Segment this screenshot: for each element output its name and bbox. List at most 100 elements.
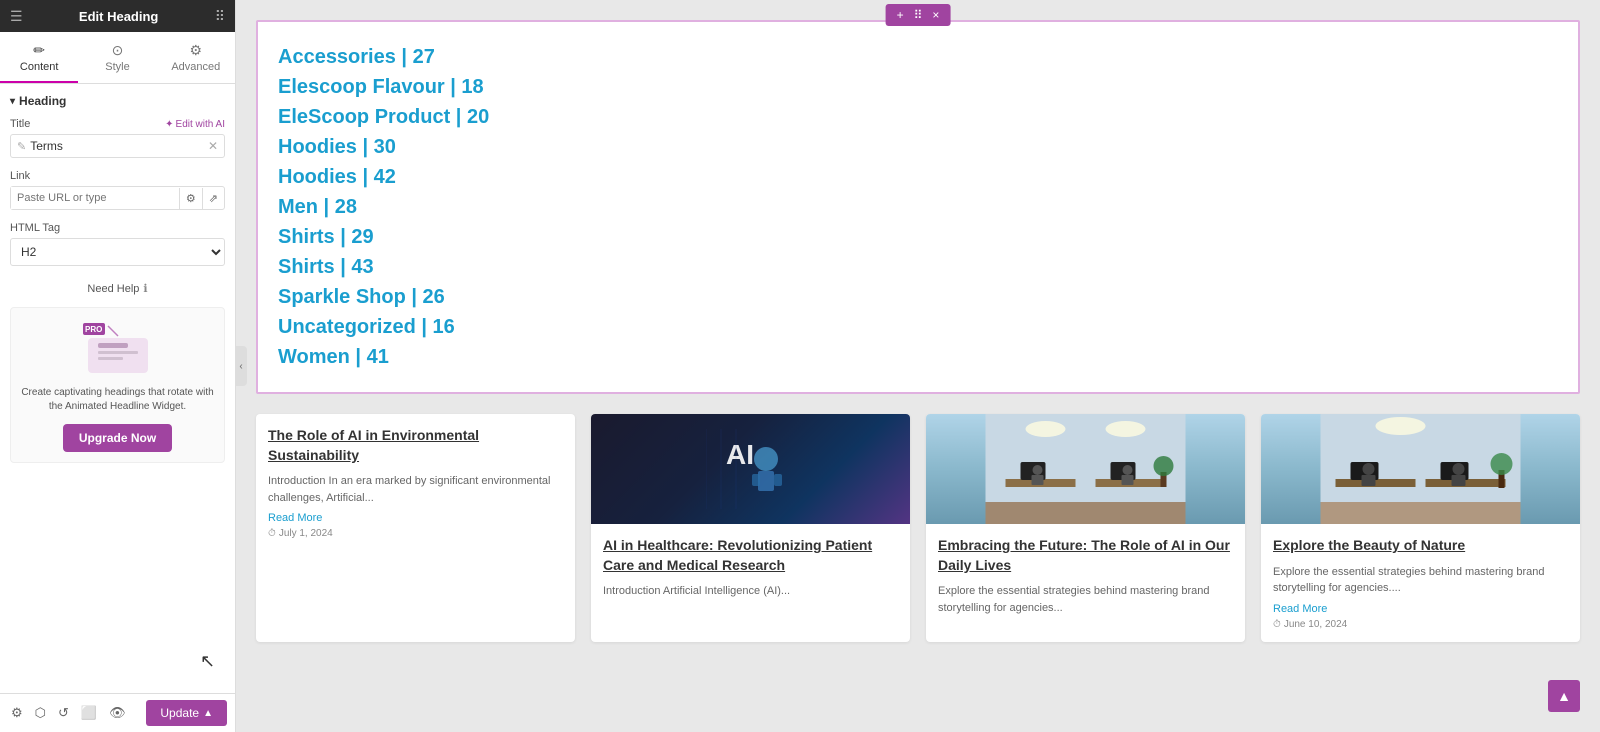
blog-card-3: Embracing the Future: The Role of AI in … <box>926 414 1245 642</box>
link-input[interactable] <box>11 187 179 209</box>
heading-link-men[interactable]: Men | 28 <box>278 192 1558 222</box>
html-tag-label: HTML Tag <box>10 222 225 234</box>
widget-move-handle[interactable]: ⠿ <box>909 6 928 24</box>
title-input-wrapper: ✎ ✕ <box>10 134 225 158</box>
html-tag-select-wrapper: H2 H1 H3 H4 H5 H6 div span p <box>10 238 225 266</box>
list-item: Hoodies | 42 <box>278 162 1558 192</box>
link-settings-icon[interactable]: ⚙ <box>180 188 203 209</box>
svg-text:AI: AI <box>726 439 754 470</box>
heading-link-hoodies-30[interactable]: Hoodies | 30 <box>278 132 1558 162</box>
help-icon[interactable]: ℹ <box>143 282 147 295</box>
blog-card-2: AI AI in Healthcare: Revolutionizing Pat… <box>591 414 910 642</box>
grid-icon[interactable]: ⠿ <box>215 8 225 25</box>
blog-card-4-read-more[interactable]: Read More <box>1273 603 1568 615</box>
bottom-icon-group: ⚙ ⬡ ↺ ⬜ 👁 <box>8 702 129 724</box>
update-button[interactable]: Update ▲ <box>146 700 227 726</box>
ai-icon: ✦ <box>165 119 173 130</box>
blog-card-3-excerpt: Explore the essential strategies behind … <box>938 583 1233 616</box>
bottom-layers-icon[interactable]: ⬡ <box>32 702 49 724</box>
pro-banner: PRO Create captivating headings that rot… <box>10 307 225 463</box>
heading-link-shirts-29[interactable]: Shirts | 29 <box>278 222 1558 252</box>
widget-delete-button[interactable]: × <box>927 6 944 24</box>
update-chevron-icon: ▲ <box>203 708 213 719</box>
back-to-top-button[interactable]: ▲ <box>1548 680 1580 712</box>
list-item: Hoodies | 30 <box>278 132 1558 162</box>
blog-card-4-date: ⏱ June 10, 2024 <box>1273 619 1568 630</box>
pro-banner-text: Create captivating headings that rotate … <box>21 386 214 414</box>
upgrade-now-button[interactable]: Upgrade Now <box>63 424 172 452</box>
blog-grid: The Role of AI in Environmental Sustaina… <box>256 414 1580 642</box>
heading-link-elescoop-flavour[interactable]: Elescoop Flavour | 18 <box>278 72 1558 102</box>
link-external-icon[interactable]: ⇗ <box>203 188 224 209</box>
list-item: Shirts | 29 <box>278 222 1558 252</box>
blog-card-4-image <box>1261 414 1580 524</box>
heading-link-accessories[interactable]: Accessories | 27 <box>278 42 1558 72</box>
blog-card-1-title[interactable]: The Role of AI in Environmental Sustaina… <box>268 426 563 465</box>
clock-icon: ⏱ <box>268 528 276 539</box>
advanced-icon: ⚙ <box>157 42 235 59</box>
blog-card-1-excerpt: Introduction In an era marked by signifi… <box>268 473 563 506</box>
heading-link-women[interactable]: Women | 41 <box>278 342 1558 372</box>
title-label: Title ✦ Edit with AI <box>10 118 225 130</box>
heading-section-label: Heading <box>10 94 225 108</box>
pencil-icon: ✎ <box>17 140 26 153</box>
html-tag-select[interactable]: H2 H1 H3 H4 H5 H6 div span p <box>11 239 224 265</box>
list-item: Men | 28 <box>278 192 1558 222</box>
tab-bar: ✏ Content ⊙ Style ⚙ Advanced <box>0 32 235 84</box>
blog-card-4-body: Explore the Beauty of Nature Explore the… <box>1261 524 1580 642</box>
blog-card-1-read-more[interactable]: Read More <box>268 512 563 524</box>
main-content: + ⠿ × Accessories | 27 Elescoop Flavour … <box>236 0 1600 732</box>
clock-icon-4: ⏱ <box>1273 619 1281 630</box>
content-icon: ✏ <box>0 42 78 59</box>
blog-card-3-body: Embracing the Future: The Role of AI in … <box>926 524 1245 634</box>
blog-card-3-title[interactable]: Embracing the Future: The Role of AI in … <box>938 536 1233 575</box>
heading-link-hoodies-42[interactable]: Hoodies | 42 <box>278 162 1558 192</box>
heading-widget: + ⠿ × Accessories | 27 Elescoop Flavour … <box>256 20 1580 394</box>
blog-card-4-title[interactable]: Explore the Beauty of Nature <box>1273 536 1568 556</box>
menu-icon[interactable]: ☰ <box>10 8 23 25</box>
list-item: Elescoop Flavour | 18 <box>278 72 1558 102</box>
list-item: Sparkle Shop | 26 <box>278 282 1558 312</box>
sidebar-collapse-handle[interactable]: ‹ <box>235 346 247 386</box>
link-input-wrapper: ⚙ ⇗ <box>10 186 225 210</box>
bottom-history-icon[interactable]: ↺ <box>55 702 72 724</box>
blog-card-3-image <box>926 414 1245 524</box>
bottom-settings-icon[interactable]: ⚙ <box>8 702 26 724</box>
bottom-responsive-icon[interactable]: ⬜ <box>78 702 100 724</box>
heading-link-uncategorized[interactable]: Uncategorized | 16 <box>278 312 1558 342</box>
html-tag-field-row: HTML Tag H2 H1 H3 H4 H5 H6 div span p <box>10 222 225 266</box>
sidebar-bottom-bar: ⚙ ⬡ ↺ ⬜ 👁 Update ▲ <box>0 693 235 732</box>
clear-input-icon[interactable]: ✕ <box>208 139 218 153</box>
link-label: Link <box>10 170 225 182</box>
widget-add-button[interactable]: + <box>892 6 909 24</box>
link-icons: ⚙ ⇗ <box>179 188 224 209</box>
sidebar-body: Heading Title ✦ Edit with AI ✎ ✕ Link <box>0 84 235 693</box>
tab-advanced[interactable]: ⚙ Advanced <box>157 32 235 83</box>
blog-card-2-title[interactable]: AI in Healthcare: Revolutionizing Patien… <box>603 536 898 575</box>
blog-card-4-excerpt: Explore the essential strategies behind … <box>1273 564 1568 597</box>
blog-card-2-excerpt: Introduction Artificial Intelligence (AI… <box>603 583 898 600</box>
blog-card-2-body: AI in Healthcare: Revolutionizing Patien… <box>591 524 910 618</box>
svg-text:PRO: PRO <box>85 325 102 334</box>
blog-card-4: Explore the Beauty of Nature Explore the… <box>1261 414 1580 642</box>
blog-card-1-body: The Role of AI in Environmental Sustaina… <box>256 414 575 551</box>
blog-card-1: The Role of AI in Environmental Sustaina… <box>256 414 575 642</box>
list-item: Shirts | 43 <box>278 252 1558 282</box>
tab-style[interactable]: ⊙ Style <box>78 32 156 83</box>
tab-content[interactable]: ✏ Content <box>0 32 78 83</box>
blog-card-2-image: AI <box>591 414 910 524</box>
heading-link-sparkle[interactable]: Sparkle Shop | 26 <box>278 282 1558 312</box>
list-item: Uncategorized | 16 <box>278 312 1558 342</box>
style-icon: ⊙ <box>78 42 156 59</box>
list-item: Accessories | 27 <box>278 42 1558 72</box>
heading-list: Accessories | 27 Elescoop Flavour | 18 E… <box>278 42 1558 372</box>
sidebar-title: Edit Heading <box>79 9 158 24</box>
title-input[interactable] <box>30 139 208 153</box>
bottom-preview-icon[interactable]: 👁 <box>106 702 129 724</box>
title-field-row: Title ✦ Edit with AI ✎ ✕ <box>10 118 225 158</box>
need-help: Need Help ℹ <box>10 282 225 295</box>
edit-with-ai-button[interactable]: ✦ Edit with AI <box>165 119 225 130</box>
heading-link-shirts-43[interactable]: Shirts | 43 <box>278 252 1558 282</box>
heading-link-elescoop-product[interactable]: EleScoop Product | 20 <box>278 102 1558 132</box>
blog-card-1-date: ⏱ July 1, 2024 <box>268 528 563 539</box>
